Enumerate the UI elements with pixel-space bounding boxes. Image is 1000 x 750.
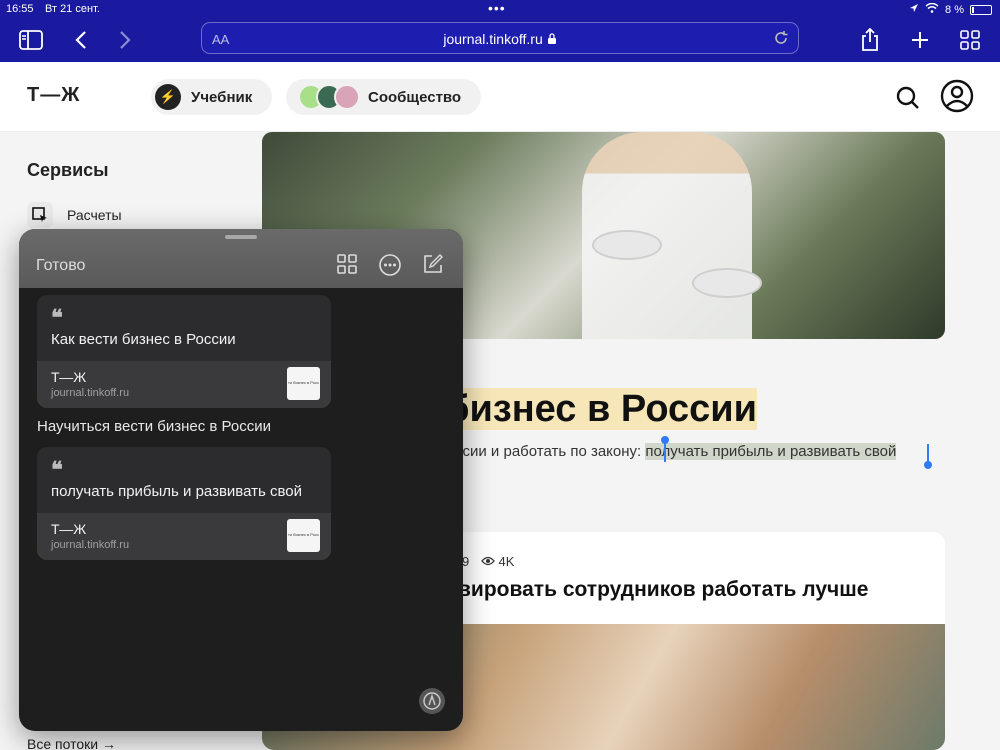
- sidebar-title: Сервисы: [27, 160, 109, 180]
- link-quote-text: Как вести бизнес в России: [51, 331, 236, 348]
- subtitle-text: ссии и работать по закону:: [455, 443, 646, 460]
- sidebar-item-label: Расчеты: [67, 207, 122, 223]
- lightning-icon: ⚡: [155, 84, 181, 110]
- community-label: Сообщество: [368, 88, 462, 106]
- avatar: [334, 84, 360, 110]
- link-thumbnail: ти бизнес в Росс: [287, 519, 320, 552]
- location-icon: [909, 3, 919, 16]
- quote-icon: ❝: [51, 457, 63, 482]
- link-site: Т—Ж: [51, 521, 87, 537]
- link-card[interactable]: ❝ получать прибыль и развивать свой Т—Ж …: [37, 447, 331, 560]
- markup-pen-icon[interactable]: [419, 688, 445, 714]
- more-icon[interactable]: [378, 253, 402, 277]
- search-icon[interactable]: [895, 85, 921, 116]
- done-button[interactable]: Готово: [36, 257, 85, 275]
- status-time: 16:55: [6, 3, 34, 15]
- community-button[interactable]: Сообщество: [286, 79, 481, 115]
- status-bar: 16:55 Вт 21 сент. ••• 8 %: [0, 0, 1000, 18]
- tabs-overview-icon[interactable]: [956, 26, 984, 54]
- link-quote-text: получать прибыль и развивать свой: [51, 483, 302, 500]
- wifi-icon: [925, 2, 939, 16]
- link-site: Т—Ж: [51, 369, 87, 385]
- url-text: journal.tinkoff.ru: [202, 31, 798, 47]
- profile-icon[interactable]: [940, 79, 974, 118]
- card-title: вировать сотрудников работать лучше: [458, 578, 869, 601]
- share-icon[interactable]: [856, 26, 884, 54]
- quick-note-header: Готово: [19, 229, 463, 288]
- selection-start-bar: [664, 442, 666, 462]
- panel-grabber[interactable]: [225, 235, 257, 239]
- compose-icon[interactable]: [422, 253, 446, 277]
- link-card[interactable]: ❝ Как вести бизнес в России Т—Ж journal.…: [37, 295, 331, 408]
- comments-count: 9: [462, 554, 470, 569]
- lock-icon: [547, 31, 557, 47]
- battery-percent: 8 %: [945, 3, 964, 16]
- link-domain: journal.tinkoff.ru: [51, 387, 130, 399]
- eye-icon: [481, 554, 499, 569]
- site-logo[interactable]: Т—Ж: [27, 84, 80, 107]
- status-right: 8 %: [909, 2, 992, 16]
- safari-toolbar: AA journal.tinkoff.ru: [0, 18, 1000, 62]
- link-domain: journal.tinkoff.ru: [51, 539, 130, 551]
- link-source: Т—Ж journal.tinkoff.ru ти бизнес в Росс: [37, 513, 331, 560]
- link-source: Т—Ж journal.tinkoff.ru ти бизнес в Росс: [37, 361, 331, 408]
- link-thumbnail: ти бизнес в Росс: [287, 367, 320, 400]
- multitasking-dots[interactable]: •••: [488, 0, 506, 16]
- views-count: 4K: [498, 554, 515, 569]
- sidebar-item-calculations[interactable]: Расчеты: [27, 202, 122, 228]
- learn-button[interactable]: ⚡ Учебник: [151, 79, 272, 115]
- card-meta: 9 4K: [462, 554, 514, 569]
- learn-label: Учебник: [191, 88, 253, 106]
- article-title-text: бизнес в России: [446, 388, 758, 430]
- back-icon[interactable]: [67, 26, 95, 54]
- grid-icon[interactable]: [336, 253, 360, 277]
- article-subtitle: ссии и работать по закону: получать приб…: [455, 443, 897, 460]
- url-label: journal.tinkoff.ru: [443, 31, 543, 47]
- note-text[interactable]: Научиться вести бизнес в России: [37, 418, 271, 435]
- status-date: Вт 21 сент.: [45, 3, 100, 15]
- address-bar[interactable]: AA journal.tinkoff.ru: [201, 22, 799, 54]
- plate-shape: [692, 268, 762, 298]
- quick-note-panel: Готово ❝ Как вести бизнес в России Т—Ж j…: [19, 229, 463, 731]
- forward-icon[interactable]: [111, 26, 139, 54]
- sidebar-icon[interactable]: [17, 26, 45, 54]
- quote-icon: ❝: [51, 305, 63, 330]
- cursor-icon: [27, 202, 53, 228]
- selection-end-handle[interactable]: [924, 461, 932, 469]
- selected-text[interactable]: получать прибыль и развивать свой: [645, 443, 897, 460]
- all-streams-link[interactable]: Все потоки →: [27, 736, 116, 750]
- site-header: Т—Ж ⚡ Учебник Сообщество: [0, 62, 1000, 132]
- plate-shape: [592, 230, 662, 260]
- battery-icon: [970, 4, 992, 15]
- reload-icon[interactable]: [772, 29, 790, 52]
- community-avatars: [298, 84, 360, 110]
- new-tab-icon[interactable]: [906, 26, 934, 54]
